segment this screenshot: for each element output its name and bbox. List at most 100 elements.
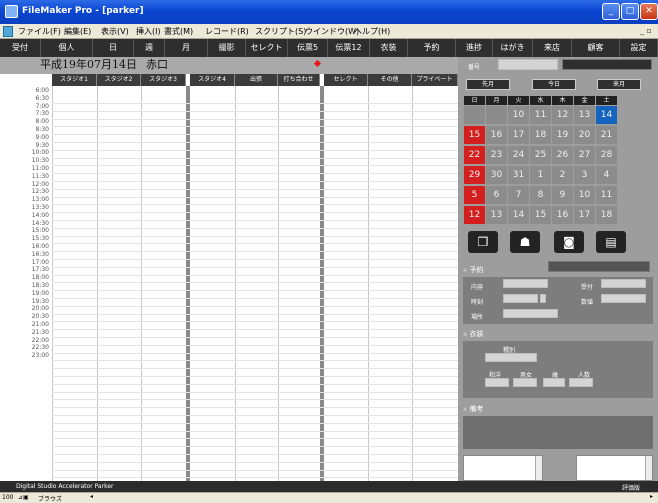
- zoom-controls-icon[interactable]: ⊿▣: [18, 494, 29, 501]
- calendar-day[interactable]: 19: [552, 126, 573, 144]
- calendar-day[interactable]: 7: [508, 186, 529, 204]
- calendar-day[interactable]: 3: [574, 166, 595, 184]
- menu-file[interactable]: ファイル(F): [18, 26, 61, 37]
- reservation-status-field[interactable]: [548, 261, 650, 272]
- age-field[interactable]: [543, 378, 565, 387]
- book-icon[interactable]: ❒: [468, 231, 498, 253]
- calendar-day[interactable]: 24: [508, 146, 529, 164]
- time-to-field[interactable]: [540, 294, 546, 303]
- type-field[interactable]: [485, 353, 537, 362]
- menu-view[interactable]: 表示(V): [101, 26, 129, 37]
- nav-shoot[interactable]: 撮影: [208, 39, 246, 57]
- prev-month-button[interactable]: 先月: [466, 79, 510, 90]
- nav-progress[interactable]: 進捗: [456, 39, 493, 57]
- mode-popup[interactable]: ブラウズ: [38, 494, 62, 503]
- calendar-day[interactable]: 8: [530, 186, 551, 204]
- nav-select[interactable]: セレクト: [246, 39, 288, 57]
- close-button[interactable]: ✕: [640, 3, 658, 20]
- nav-reception[interactable]: 受付: [0, 39, 41, 57]
- calendar-day[interactable]: 2: [552, 166, 573, 184]
- calendar-day[interactable]: 28: [596, 146, 617, 164]
- calendar-day[interactable]: 12: [464, 206, 485, 224]
- calendar-day[interactable]: 18: [530, 126, 551, 144]
- calendar-day[interactable]: 12: [552, 106, 573, 124]
- doc-minimize-button[interactable]: _ ▫: [640, 26, 652, 35]
- calendar-day[interactable]: 11: [530, 106, 551, 124]
- calendar-day[interactable]: 9: [552, 186, 573, 204]
- nav-week[interactable]: 週: [134, 39, 165, 57]
- nav-month[interactable]: 月: [165, 39, 208, 57]
- schedule-grid[interactable]: スタジオ1 スタジオ2 スタジオ3 スタジオ4 出張 打ち合わせ セレクト その…: [0, 74, 458, 487]
- nav-slip5[interactable]: 伝票5: [288, 39, 328, 57]
- calendar-day[interactable]: 31: [508, 166, 529, 184]
- notes-field[interactable]: [463, 416, 653, 449]
- staff-name-field[interactable]: [562, 59, 652, 70]
- menu-edit[interactable]: 編集(E): [64, 26, 91, 37]
- calendar-day[interactable]: 14: [508, 206, 529, 224]
- nav-reserve[interactable]: 予約: [408, 39, 456, 57]
- zoom-level[interactable]: 100: [2, 494, 13, 501]
- calendar-day[interactable]: 18: [596, 206, 617, 224]
- count-field[interactable]: [601, 294, 646, 303]
- camera-icon[interactable]: ◙: [554, 231, 584, 253]
- scroll-left-icon[interactable]: ◂: [90, 493, 93, 500]
- nav-slip12[interactable]: 伝票12: [328, 39, 370, 57]
- calendar-day[interactable]: 17: [508, 126, 529, 144]
- calendar-day[interactable]: 30: [486, 166, 507, 184]
- staff-field[interactable]: [498, 59, 558, 70]
- nav-customer[interactable]: 顧客: [572, 39, 620, 57]
- calendar-day[interactable]: 6: [486, 186, 507, 204]
- scroll-right-icon[interactable]: ▸: [650, 493, 653, 500]
- calendar-day[interactable]: 26: [552, 146, 573, 164]
- calendar-day[interactable]: 16: [486, 126, 507, 144]
- menu-scripts[interactable]: スクリプト(S): [255, 26, 306, 37]
- nav-costume[interactable]: 衣装: [370, 39, 408, 57]
- memo-right-field[interactable]: [576, 455, 653, 481]
- calendar-day[interactable]: 17: [574, 206, 595, 224]
- calendar-day[interactable]: 16: [552, 206, 573, 224]
- nav-visit[interactable]: 来店: [533, 39, 572, 57]
- calendar-day[interactable]: 15: [464, 126, 485, 144]
- maximize-button[interactable]: □: [621, 3, 639, 20]
- calendar-day[interactable]: 20: [574, 126, 595, 144]
- menu-help[interactable]: ヘルプ(H): [354, 26, 390, 37]
- menu-insert[interactable]: 挿入(I): [136, 26, 161, 37]
- memo-left-scrollbar[interactable]: [535, 456, 542, 480]
- gender-field[interactable]: [513, 378, 537, 387]
- calendar-day[interactable]: 10: [508, 106, 529, 124]
- kimono-field[interactable]: [485, 378, 509, 387]
- calendar-day[interactable]: 15: [530, 206, 551, 224]
- menu-window[interactable]: ウインドウ(W): [305, 26, 359, 37]
- calendar-day[interactable]: 25: [530, 146, 551, 164]
- nav-personal[interactable]: 個人: [41, 39, 93, 57]
- place-field[interactable]: [503, 309, 558, 318]
- content-field[interactable]: [503, 279, 548, 288]
- nav-day[interactable]: 日: [93, 39, 134, 57]
- calendar-day[interactable]: 4: [596, 166, 617, 184]
- menu-records[interactable]: レコード(R): [205, 26, 249, 37]
- document-icon[interactable]: ▤: [596, 231, 626, 253]
- menu-format[interactable]: 書式(M): [164, 26, 193, 37]
- calendar-day[interactable]: 11: [596, 186, 617, 204]
- today-button[interactable]: 今日: [532, 79, 576, 90]
- person-icon[interactable]: ☗: [510, 231, 540, 253]
- calendar-day[interactable]: 29: [464, 166, 485, 184]
- calendar-day[interactable]: 14: [596, 106, 617, 124]
- nav-settings[interactable]: 設定: [620, 39, 658, 57]
- nav-postcard[interactable]: はがき: [493, 39, 533, 57]
- calendar-day[interactable]: 27: [574, 146, 595, 164]
- calendar-day[interactable]: 1: [530, 166, 551, 184]
- minimize-button[interactable]: _: [602, 3, 620, 20]
- reception-field[interactable]: [601, 279, 646, 288]
- calendar-day[interactable]: 10: [574, 186, 595, 204]
- calendar-day[interactable]: 22: [464, 146, 485, 164]
- people-field[interactable]: [569, 378, 593, 387]
- time-field[interactable]: [503, 294, 538, 303]
- memo-right-scrollbar[interactable]: [645, 456, 652, 480]
- next-month-button[interactable]: 来月: [597, 79, 641, 90]
- memo-left-field[interactable]: [463, 455, 543, 481]
- calendar-day[interactable]: 13: [574, 106, 595, 124]
- calendar-day[interactable]: 5: [464, 186, 485, 204]
- calendar-day[interactable]: 21: [596, 126, 617, 144]
- calendar-day[interactable]: 13: [486, 206, 507, 224]
